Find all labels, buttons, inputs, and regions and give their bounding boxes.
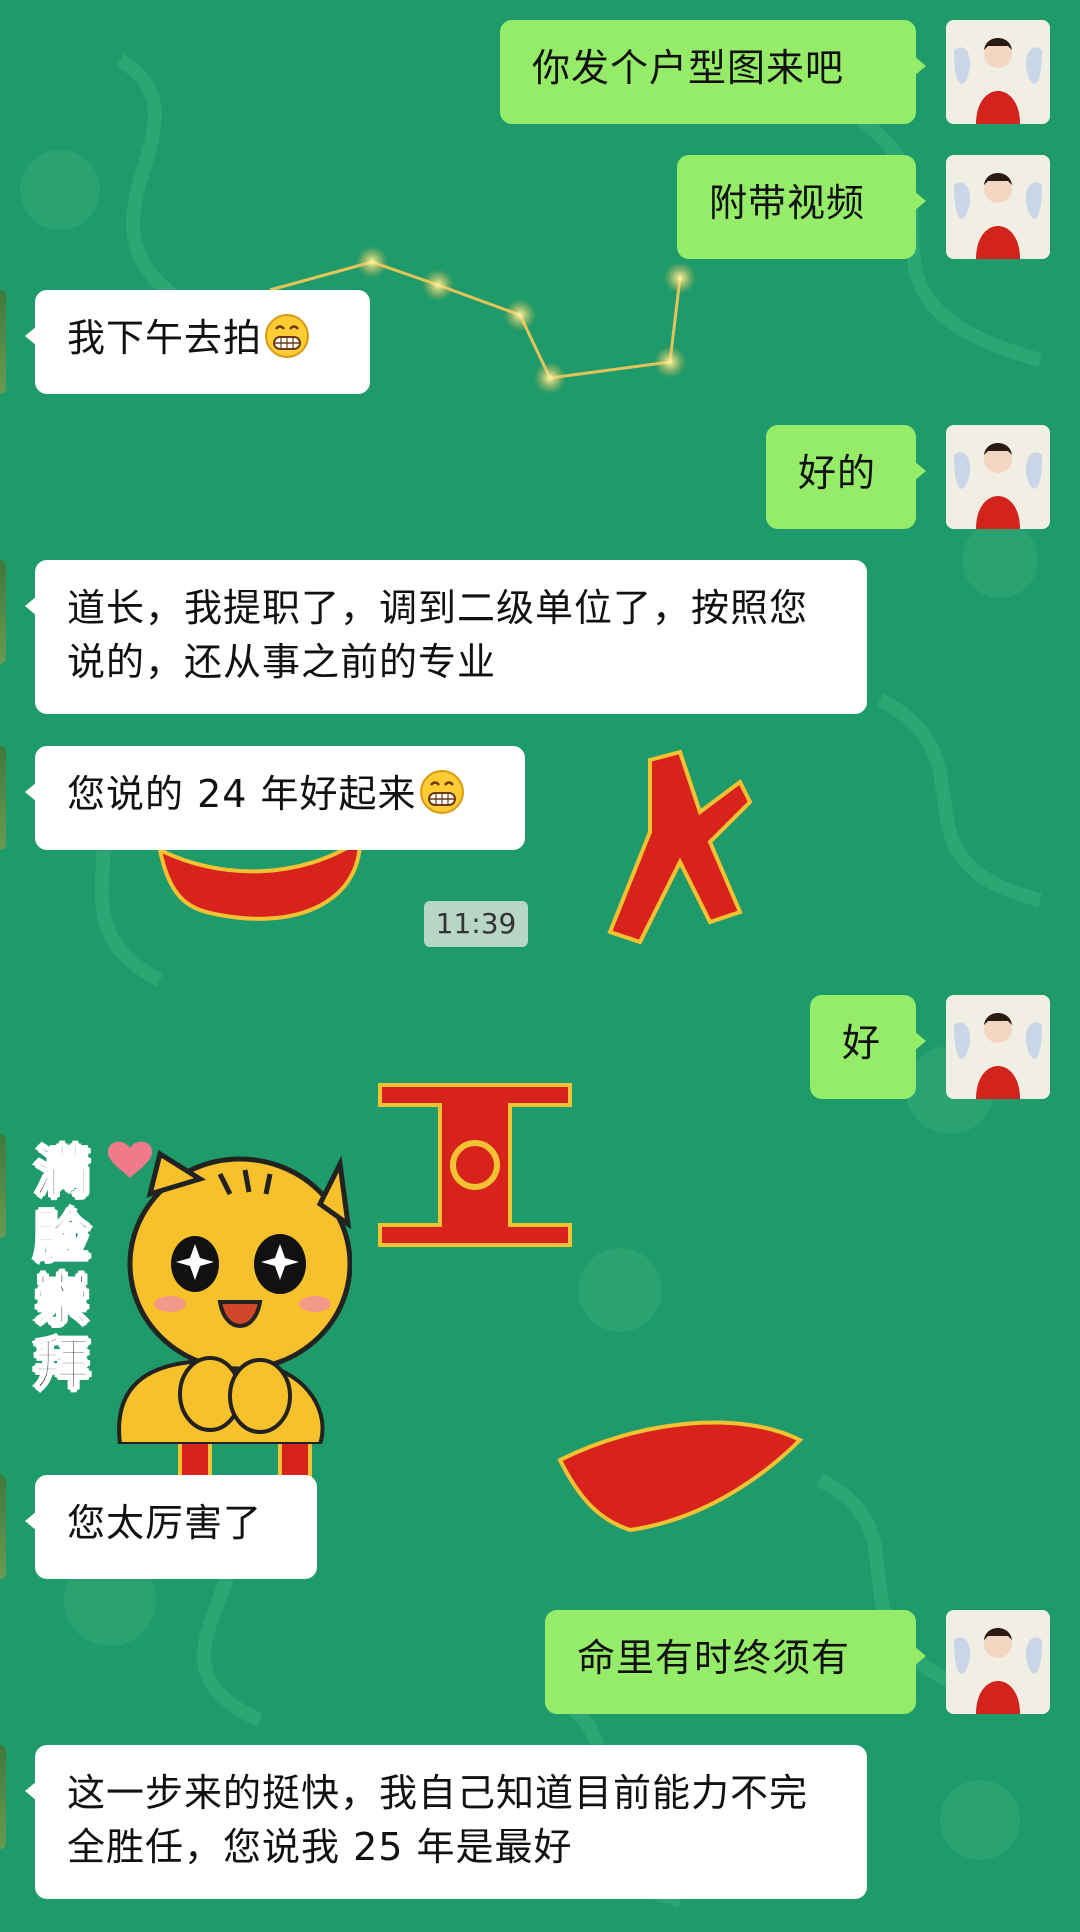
message-text: 您太厉害了 (67, 1501, 263, 1545)
message-text: 你发个户型图来吧 (532, 46, 845, 90)
contact-avatar[interactable] (0, 290, 6, 394)
message-text: 我下午去拍 (67, 316, 263, 360)
grinning-face-emoji (419, 770, 464, 814)
message-text: 好 (842, 1021, 882, 1065)
message-text: 这一步来的挺快，我自己知道目前能力不完全胜任，您说我 25 年是最好 (67, 1771, 809, 1869)
message-bubble[interactable]: 道长，我提职了，调到二级单位了，按照您说的，还从事之前的专业 (25, 560, 867, 714)
my-avatar[interactable] (946, 1610, 1050, 1714)
my-avatar[interactable] (946, 20, 1050, 124)
message-text: 您说的 24 年好起来 (67, 772, 417, 816)
message-bubble[interactable]: 命里有时终须有 (545, 1610, 926, 1714)
contact-avatar[interactable] (0, 1475, 6, 1579)
contact-avatar[interactable] (0, 560, 6, 664)
message-bubble[interactable]: 你发个户型图来吧 (500, 20, 926, 124)
contact-avatar[interactable] (0, 746, 6, 850)
timestamp: 11:39 (424, 901, 528, 947)
message-bubble[interactable]: 您说的 24 年好起来 (25, 746, 525, 850)
message-bubble[interactable]: 好的 (766, 425, 926, 529)
message-text: 附带视频 (709, 181, 866, 225)
contact-avatar[interactable] (0, 1745, 6, 1849)
my-avatar[interactable] (946, 155, 1050, 259)
sticker-message[interactable]: 满脸崇拜 (30, 1134, 353, 1446)
my-avatar[interactable] (946, 995, 1050, 1099)
contact-avatar[interactable] (0, 1134, 6, 1238)
message-bubble[interactable]: 我下午去拍 (25, 290, 370, 394)
message-text: 命里有时终须有 (577, 1636, 851, 1680)
message-bubble[interactable]: 附带视频 (677, 155, 926, 259)
my-avatar[interactable] (946, 425, 1050, 529)
message-text: 好的 (798, 451, 877, 495)
grinning-face-emoji (265, 314, 310, 358)
message-bubble[interactable]: 这一步来的挺快，我自己知道目前能力不完全胜任，您说我 25 年是最好 (25, 1745, 867, 1899)
message-text: 道长，我提职了，调到二级单位了，按照您说的，还从事之前的专业 (67, 586, 809, 684)
sticker-caption: 满脸崇拜 (33, 1141, 91, 1399)
message-bubble[interactable]: 好 (810, 995, 926, 1099)
message-bubble[interactable]: 您太厉害了 (25, 1475, 317, 1579)
